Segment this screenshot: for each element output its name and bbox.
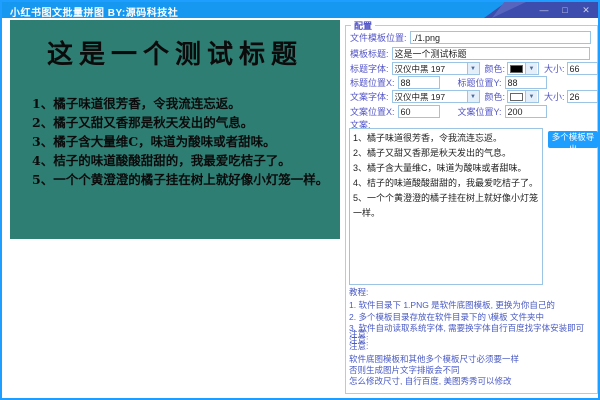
- body-font-select[interactable]: 汉仪中黑 197 ▼: [392, 90, 480, 103]
- title-font-select[interactable]: 汉仪中黑 197 ▼: [392, 62, 480, 75]
- body-font-label: 文案字体:: [350, 90, 389, 103]
- export-templates-button[interactable]: 多个模板导出: [548, 131, 598, 148]
- notice-label: 注意:: [349, 343, 368, 349]
- title-color-select[interactable]: ▼: [507, 62, 539, 75]
- template-title-label: 模板标题:: [350, 47, 389, 60]
- copy-textarea[interactable]: 1、橘子味道很芳香，令我流连忘返。 2、橘子又甜又香那是秋天发出的气息。 3、橘…: [349, 128, 543, 285]
- preview-canvas: 这是一个测试标题 1、橘子味道很芳香，令我流连忘返。 2、橘子又甜又香那是秋天发…: [10, 20, 340, 239]
- title-font-value: 汉仪中黑 197: [393, 63, 467, 75]
- tutorial-heading: 教程:: [349, 286, 368, 298]
- preview-line: 4、桔子的味道酸酸甜甜的，我最爱吃桔子了。: [32, 151, 340, 170]
- chevron-down-icon: ▼: [525, 63, 537, 74]
- app-title: 小红书图文批量拼图 BY:源码科技社: [10, 4, 178, 19]
- body-x-label: 文案位置X:: [350, 105, 395, 118]
- body-y-label: 文案位置Y:: [458, 105, 502, 118]
- title-y-label: 标题位置Y:: [458, 76, 502, 89]
- body-color-swatch: [510, 93, 523, 101]
- title-size-input[interactable]: [567, 62, 598, 75]
- notice-stack: 注意: 注意: 注意:: [349, 331, 368, 349]
- chevron-down-icon: ▼: [467, 91, 479, 102]
- template-path-label: 文件模板位置:: [350, 31, 407, 44]
- body-x-input[interactable]: [398, 105, 440, 118]
- preview-title: 这是一个测试标题: [10, 34, 340, 71]
- close-button[interactable]: ✕: [580, 3, 592, 17]
- body-color-label: 颜色:: [485, 90, 506, 103]
- tutorial-step: 3. 软件自动读取系统字体, 需要换字体自行百度找字体安装即可: [349, 322, 584, 334]
- preview-line: 5、一个个黄澄澄的橘子挂在树上就好像小灯笼一样。: [32, 170, 340, 189]
- window-controls: — □ ✕: [538, 3, 592, 17]
- maximize-button[interactable]: □: [559, 3, 571, 17]
- title-bar[interactable]: 小红书图文批量拼图 BY:源码科技社 — □ ✕: [2, 2, 598, 18]
- body-color-select[interactable]: ▼: [507, 90, 539, 103]
- template-path-input[interactable]: [410, 31, 591, 44]
- template-title-input[interactable]: [392, 47, 590, 60]
- preview-line: 2、橘子又甜又香那是秋天发出的气息。: [32, 113, 340, 132]
- preview-line: 1、橘子味道很芳香，令我流连忘返。: [32, 94, 340, 113]
- chevron-down-icon: ▼: [525, 91, 537, 102]
- body-font-value: 汉仪中黑 197: [393, 91, 467, 103]
- title-y-input[interactable]: [505, 76, 547, 89]
- title-color-label: 颜色:: [485, 62, 506, 75]
- chevron-down-icon: ▼: [467, 63, 479, 74]
- title-color-swatch: [510, 65, 523, 73]
- title-x-label: 标题位置X:: [350, 76, 395, 89]
- body-size-input[interactable]: [567, 90, 598, 103]
- title-x-input[interactable]: [398, 76, 440, 89]
- tutorial-note: 怎么修改尺寸, 自行百度, 美图秀秀可以修改: [349, 375, 511, 387]
- title-size-label: 大小:: [544, 62, 565, 75]
- minimize-button[interactable]: —: [538, 3, 550, 17]
- app-window: 小红书图文批量拼图 BY:源码科技社 — □ ✕ 这是一个测试标题 1、橘子味道…: [0, 0, 600, 400]
- body-y-input[interactable]: [505, 105, 547, 118]
- body-size-label: 大小:: [544, 90, 565, 103]
- preview-line: 3、橘子含大量维C，味道为酸味或者甜味。: [32, 132, 340, 151]
- preview-body: 1、橘子味道很芳香，令我流连忘返。 2、橘子又甜又香那是秋天发出的气息。 3、橘…: [32, 94, 340, 189]
- tutorial-step: 1. 软件目录下 1.PNG 是软件底图模板, 更换为你自己的: [349, 299, 555, 311]
- title-font-label: 标题字体:: [350, 62, 389, 75]
